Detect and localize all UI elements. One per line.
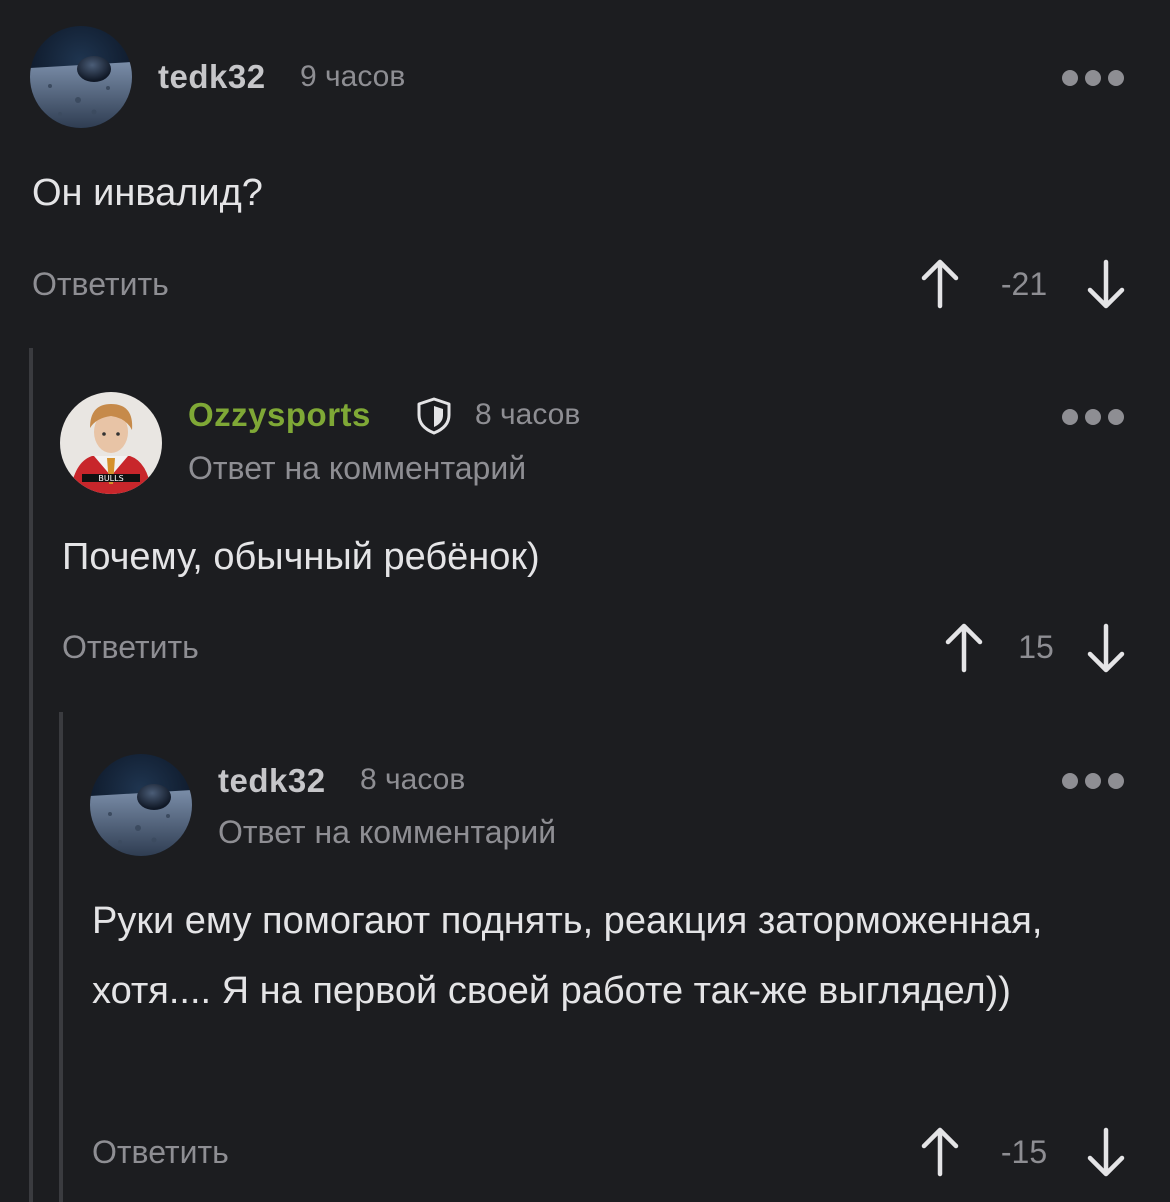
more-options-icon[interactable]	[1060, 66, 1126, 90]
downvote-arrow-icon[interactable]	[1084, 1126, 1128, 1178]
person-red-jersey-avatar-icon	[60, 392, 162, 494]
comment-rating: -21	[1000, 266, 1048, 302]
downvote-arrow-icon[interactable]	[1084, 258, 1128, 310]
moon-surface-avatar-icon	[30, 26, 132, 128]
more-options-icon[interactable]	[1060, 769, 1126, 793]
comment-username[interactable]: tedk32	[158, 58, 266, 96]
downvote-arrow-icon[interactable]	[1084, 622, 1128, 674]
thread-line-level-2	[59, 712, 63, 1202]
reply-subtitle: Ответ на комментарий	[188, 450, 527, 486]
comment-time: 8 часов	[475, 398, 581, 431]
more-options-icon[interactable]	[1060, 405, 1126, 429]
comment-text: Почему, обычный ребёнок)	[62, 536, 540, 578]
reply-subtitle: Ответ на комментарий	[218, 814, 557, 850]
comment-username[interactable]: Ozzysports	[188, 396, 371, 434]
moon-surface-avatar-icon	[90, 754, 192, 856]
reply-button[interactable]: Ответить	[92, 1134, 229, 1171]
comment-username[interactable]: tedk32	[218, 762, 326, 800]
comment-time: 9 часов	[300, 60, 406, 93]
reply-button[interactable]: Ответить	[62, 629, 199, 666]
thread-line-level-1	[29, 348, 33, 1202]
comment-rating: -15	[1000, 1134, 1048, 1170]
comment-text: Он инвалид?	[32, 172, 263, 214]
reply-button[interactable]: Ответить	[32, 266, 169, 303]
comment-time: 8 часов	[360, 763, 466, 796]
user-avatar[interactable]	[90, 754, 192, 856]
user-avatar[interactable]	[60, 392, 162, 494]
shield-icon	[417, 397, 451, 435]
user-avatar[interactable]	[30, 26, 132, 128]
upvote-arrow-icon[interactable]	[918, 1126, 962, 1178]
upvote-arrow-icon[interactable]	[942, 622, 986, 674]
upvote-arrow-icon[interactable]	[918, 258, 962, 310]
comment-text: Руки ему помогают поднять, реакция затор…	[92, 900, 1043, 1012]
comment-rating: 15	[1018, 629, 1054, 665]
